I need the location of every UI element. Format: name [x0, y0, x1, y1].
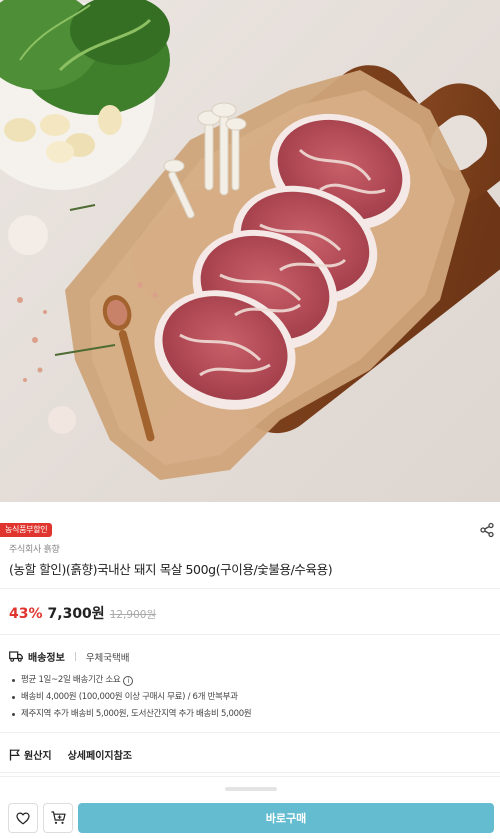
divider: [0, 588, 500, 589]
cart-add-icon: [51, 811, 66, 824]
flag-icon: [9, 749, 20, 760]
origin-value: 상세페이지참조: [67, 751, 133, 762]
origin-row: 원산지 상세페이지참조: [9, 747, 132, 762]
sale-price: 7,300원: [47, 606, 105, 622]
add-to-cart-button[interactable]: [43, 803, 73, 833]
share-icon[interactable]: [479, 522, 495, 538]
shipping-line: 배송비 4,000원 (100,000원 이상 구매시 무료) / 6개 반복부…: [21, 692, 238, 702]
divider: [0, 772, 500, 773]
separator: [74, 652, 76, 661]
price-row: 43% 7,300원 12,900원: [9, 603, 156, 623]
drag-handle[interactable]: [225, 787, 277, 791]
shipping-carrier: 우체국택배: [85, 652, 130, 664]
product-title: (농할 할인)(흙향)국내산 돼지 목살 500g(구이용/숯불용/수육용): [9, 562, 333, 577]
divider: [0, 634, 500, 635]
buy-now-button[interactable]: 바로구매: [78, 803, 494, 833]
original-price: 12,900원: [109, 609, 157, 621]
shipping-header: 배송정보 우체국택배: [9, 649, 130, 664]
seller-name[interactable]: 주식회사 흙향: [9, 542, 60, 555]
discount-rate: 43%: [9, 606, 43, 622]
bottom-action-bar: 바로구매: [0, 776, 500, 839]
bullet: [12, 679, 15, 682]
pork-neck-photo: [0, 0, 500, 480]
heart-icon: [16, 811, 30, 825]
shipping-line: 평균 1일~2일 배송기간 소요: [21, 675, 121, 685]
wishlist-button[interactable]: [8, 803, 38, 833]
truck-icon: [9, 651, 23, 662]
list-item: 평균 1일~2일 배송기간 소요 i: [12, 672, 251, 689]
product-image: [0, 0, 500, 502]
bullet: [12, 696, 15, 699]
list-item: 배송비 4,000원 (100,000원 이상 구매시 무료) / 6개 반복부…: [12, 689, 251, 706]
info-icon[interactable]: i: [123, 675, 134, 686]
bullet: [12, 713, 15, 716]
shipping-line: 제주지역 추가 배송비 5,000원, 도서산간지역 추가 배송비 5,000원: [21, 709, 252, 719]
list-item: 제주지역 추가 배송비 5,000원, 도서산간지역 추가 배송비 5,000원: [12, 706, 252, 723]
divider: [0, 732, 500, 733]
shipping-label: 배송정보: [28, 653, 65, 664]
origin-label: 원산지: [24, 751, 52, 762]
discount-badge: 농식품부할인: [0, 523, 53, 537]
shipping-details: 평균 1일~2일 배송기간 소요 i 배송비 4,000원 (100,000원 이…: [12, 672, 252, 723]
